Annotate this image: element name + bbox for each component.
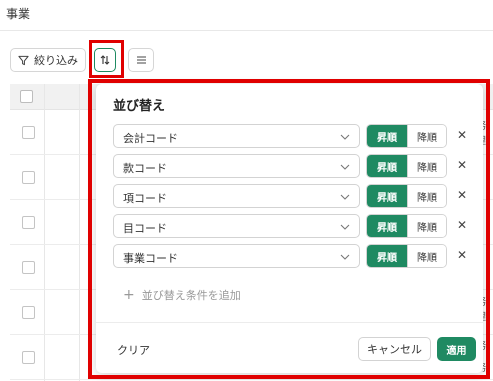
filter-button-label: 絞り込み (34, 54, 78, 67)
row-checkbox[interactable] (22, 126, 35, 139)
column-menu-button[interactable] (128, 48, 154, 72)
row-checkbox[interactable] (22, 171, 35, 184)
popover-highlight (88, 79, 490, 379)
filter-icon (18, 55, 29, 65)
row-checkbox[interactable] (22, 351, 35, 364)
row-checkbox[interactable] (22, 261, 35, 274)
page-title: 事業 (6, 7, 31, 21)
select-all-checkbox[interactable] (20, 90, 33, 103)
row-checkbox[interactable] (22, 216, 35, 229)
sort-button-highlight (89, 40, 124, 78)
filter-button[interactable]: 絞り込み (10, 48, 86, 72)
list-icon (136, 56, 146, 64)
toolbar: 絞り込み (10, 48, 154, 72)
row-checkbox[interactable] (22, 306, 35, 319)
header-divider (0, 30, 493, 31)
